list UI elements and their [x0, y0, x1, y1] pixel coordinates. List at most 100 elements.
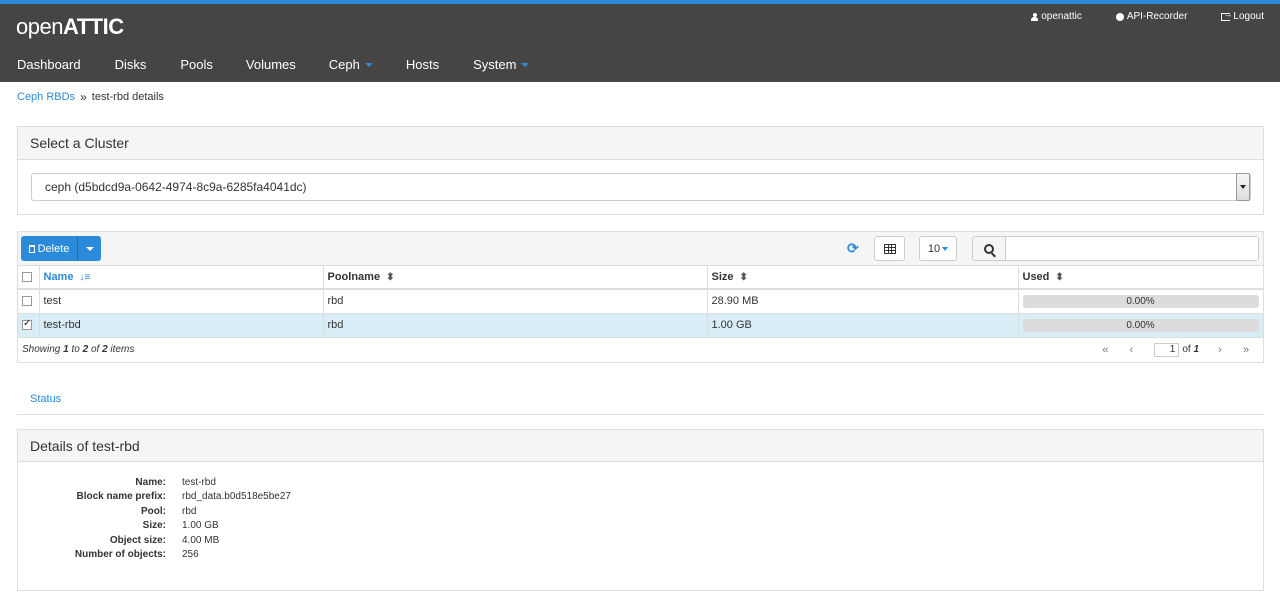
row-select-cell	[18, 313, 40, 337]
tab-divider	[17, 414, 1264, 415]
sort-ascending-icon: ↓≡	[79, 272, 91, 283]
nav-system[interactable]: System	[473, 57, 530, 72]
api-recorder-button[interactable]: API-Recorder	[1115, 11, 1188, 22]
logout-icon	[1221, 9, 1232, 21]
detail-row-block-prefix: Block name prefix: rbd_data.b0d518e5be27	[18, 490, 291, 505]
user-menu[interactable]: openattic	[1031, 11, 1082, 22]
nav-volumes[interactable]: Volumes	[246, 57, 296, 72]
detail-row-size: Size: 1.00 GB	[18, 519, 291, 534]
column-header-used[interactable]: Used ⬍	[1018, 266, 1263, 289]
select-dropdown-icon[interactable]	[1236, 173, 1250, 201]
select-all-checkbox[interactable]	[22, 272, 32, 283]
cluster-panel: Select a Cluster ceph (d5bdcd9a-0642-497…	[17, 126, 1264, 215]
page-size-value: 10	[927, 242, 941, 255]
logo-text-attic: ATTIC	[62, 14, 124, 39]
detail-value: 1.00 GB	[182, 520, 219, 532]
user-nav: openattic API-Recorder Logout	[1031, 9, 1280, 22]
detail-row-num-objects: Number of objects: 256	[18, 548, 291, 563]
detail-label: Size:	[142, 520, 166, 532]
cell-pool: rbd	[323, 313, 708, 337]
detail-label: Object size:	[109, 534, 166, 546]
prev-page-icon[interactable]: ‹	[1118, 344, 1144, 356]
showing-items-word: items	[110, 344, 135, 355]
column-header-poolname[interactable]: Poolname ⬍	[323, 266, 708, 289]
table-columns-icon	[883, 243, 896, 254]
usage-bar: 0.00%	[1022, 295, 1259, 309]
openattic-logo[interactable]: openATTIC	[16, 14, 124, 40]
user-name: openattic	[1041, 11, 1082, 22]
detail-row-name: Name: test-rbd	[18, 475, 291, 490]
detail-label: Block name prefix:	[76, 491, 166, 503]
page-size-button[interactable]: 10	[919, 236, 957, 261]
next-page-icon[interactable]: ›	[1207, 344, 1233, 356]
select-all-cell	[18, 266, 40, 289]
detail-row-pool: Pool: rbd	[18, 504, 291, 519]
detail-value: 4.00 MB	[182, 534, 220, 546]
cell-used: 0.00%	[1018, 313, 1263, 337]
showing-to: 2	[82, 344, 89, 355]
showing-info: Showing 1 to 2 of 2 items	[22, 344, 134, 355]
showing-word: Showing	[22, 344, 61, 355]
logout-button[interactable]: Logout	[1221, 9, 1264, 22]
chevron-down-icon	[364, 63, 373, 67]
cluster-select[interactable]: ceph (d5bdcd9a-0642-4974-8c9a-6285fa4041…	[31, 173, 1251, 201]
page-number-input[interactable]: 1	[1154, 342, 1180, 357]
details-panel: Details of test-rbd Name: test-rbd Block…	[17, 429, 1264, 591]
row-select-cell	[18, 289, 40, 313]
sort-icon: ⬍	[386, 272, 395, 283]
row-checkbox[interactable]	[22, 296, 32, 307]
showing-to-word: to	[71, 344, 80, 355]
table-toolbar: Delete ⟳ 10	[18, 232, 1263, 266]
delete-dropdown-toggle[interactable]	[78, 236, 101, 261]
pager-of-word: of	[1182, 344, 1191, 355]
logo-text-open: open	[16, 14, 63, 39]
tab-status[interactable]: Status	[30, 393, 61, 405]
nav-hosts[interactable]: Hosts	[406, 57, 439, 72]
column-header-size[interactable]: Size ⬍	[707, 266, 1019, 289]
table-row[interactable]: test-rbd rbd 1.00 GB 0.00%	[18, 313, 1263, 337]
breadcrumb-separator-icon: »	[80, 90, 87, 104]
cell-used: 0.00%	[1018, 289, 1263, 313]
search-button[interactable]	[973, 237, 1006, 260]
row-checkbox[interactable]	[22, 318, 32, 331]
breadcrumb-ceph-rbds-link[interactable]: Ceph RBDs	[17, 91, 75, 103]
column-name-label: Name	[43, 271, 74, 283]
api-recorder-label: API-Recorder	[1126, 11, 1188, 22]
pagination: « ‹ 1 of 1 › »	[1092, 340, 1259, 360]
rbd-table-panel: Delete ⟳ 10 Name ↓≡ Poolname ⬍ Size ⬍ Us…	[17, 231, 1264, 363]
detail-row-object-size: Object size: 4.00 MB	[18, 533, 291, 548]
details-list: Name: test-rbd Block name prefix: rbd_da…	[18, 475, 291, 562]
search-icon	[984, 243, 994, 254]
delete-button[interactable]: Delete	[21, 236, 78, 261]
nav-disks[interactable]: Disks	[115, 57, 147, 72]
detail-label: Pool:	[141, 505, 166, 517]
table-row[interactable]: test rbd 28.90 MB 0.00%	[18, 289, 1263, 313]
cell-name[interactable]: test	[39, 289, 324, 313]
nav-dashboard[interactable]: Dashboard	[17, 57, 81, 72]
delete-label: Delete	[37, 242, 70, 255]
logout-label: Logout	[1233, 11, 1264, 22]
search-input[interactable]	[1006, 237, 1258, 260]
breadcrumb-current: test-rbd details	[91, 91, 164, 103]
columns-button[interactable]	[874, 236, 905, 261]
last-page-icon[interactable]: »	[1233, 344, 1259, 356]
detail-value: 256	[182, 549, 199, 561]
cell-name[interactable]: test-rbd	[39, 313, 324, 337]
column-size-label: Size	[711, 271, 734, 283]
nav-pools[interactable]: Pools	[180, 57, 213, 72]
detail-label: Number of objects:	[74, 549, 166, 561]
record-icon	[1115, 12, 1124, 21]
column-header-name[interactable]: Name ↓≡	[39, 266, 324, 289]
nav-ceph[interactable]: Ceph	[329, 57, 373, 72]
refresh-icon[interactable]: ⟳	[847, 240, 859, 257]
sort-icon: ⬍	[1055, 272, 1064, 283]
column-used-label: Used	[1022, 271, 1050, 283]
detail-value: rbd	[182, 505, 197, 517]
trash-icon	[28, 244, 35, 253]
rbd-table: Name ↓≡ Poolname ⬍ Size ⬍ Used ⬍ test rbd 28…	[18, 266, 1263, 338]
chevron-down-icon	[521, 63, 530, 67]
cluster-select-value: ceph (d5bdcd9a-0642-4974-8c9a-6285fa4041…	[45, 180, 307, 194]
cell-size: 1.00 GB	[707, 313, 1019, 337]
details-panel-title: Details of test-rbd	[18, 430, 1263, 462]
first-page-icon[interactable]: «	[1092, 344, 1118, 356]
